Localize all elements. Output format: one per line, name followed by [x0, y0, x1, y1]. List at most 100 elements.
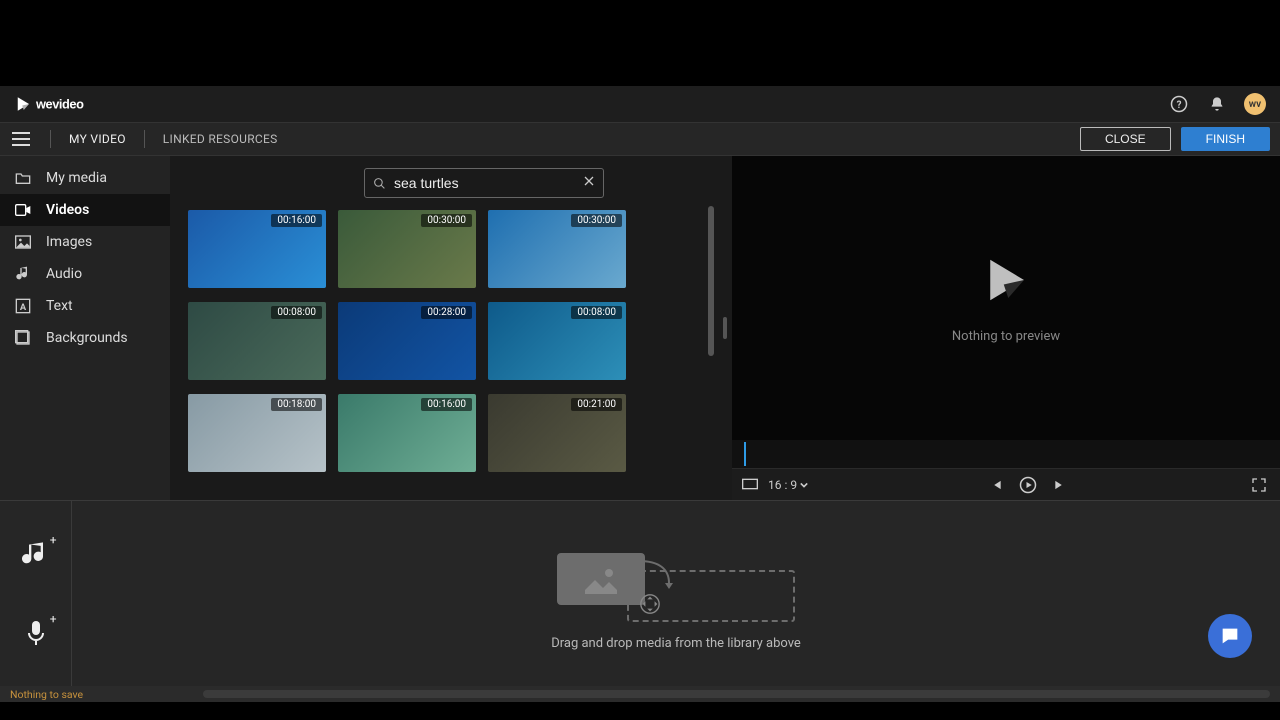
- sidebar-item-audio[interactable]: Audio: [0, 258, 170, 290]
- sidebar-item-label: Text: [46, 298, 73, 314]
- divider: [144, 130, 145, 148]
- search-icon: [373, 176, 386, 191]
- pane-resizer[interactable]: [718, 156, 732, 500]
- wevideo-wordmark-icon: wevideo: [36, 95, 130, 113]
- project-toolbar: MY VIDEO LINKED RESOURCES CLOSE FINISH: [0, 122, 1280, 156]
- move-icon: [639, 593, 661, 619]
- image-icon: [581, 564, 621, 594]
- finish-button[interactable]: FINISH: [1181, 127, 1270, 151]
- play-triangle-icon: [14, 95, 32, 113]
- skip-previous-icon: [989, 478, 1003, 492]
- clip-duration: 00:16:00: [421, 398, 472, 411]
- skip-next-icon: [1053, 478, 1067, 492]
- clip-duration: 00:21:00: [571, 398, 622, 411]
- brand-bar: wevideo ? wv: [0, 86, 1280, 122]
- sidebar-item-my-media[interactable]: My media: [0, 162, 170, 194]
- sidebar-item-label: Images: [46, 234, 92, 250]
- grip-icon: [723, 317, 727, 339]
- sidebar-item-images[interactable]: Images: [0, 226, 170, 258]
- add-voiceover-button[interactable]: +: [19, 616, 53, 650]
- sidebar-item-label: Backgrounds: [46, 330, 128, 346]
- chevron-down-icon: [800, 482, 808, 488]
- help-button[interactable]: ?: [1168, 93, 1190, 115]
- svg-text:A: A: [20, 302, 27, 313]
- clear-search-button[interactable]: [583, 175, 595, 191]
- timeline-drop-zone[interactable]: Drag and drop media from the library abo…: [72, 501, 1280, 686]
- play-circle-icon: [1019, 476, 1037, 494]
- backgrounds-icon: [14, 329, 32, 347]
- clip-duration: 00:28:00: [421, 306, 472, 319]
- aspect-ratio-icon: [742, 475, 758, 494]
- clip-thumbnail[interactable]: 00:30:00: [488, 210, 626, 288]
- status-bar: Nothing to save: [0, 686, 1280, 702]
- sidebar-item-label: My media: [46, 170, 107, 186]
- timeline-tray: + + Drag and drop media from the library…: [0, 500, 1280, 686]
- play-button[interactable]: [1017, 474, 1039, 496]
- clip-thumbnail[interactable]: 00:16:00: [338, 394, 476, 472]
- library-scrollbar[interactable]: [708, 206, 714, 356]
- fullscreen-button[interactable]: [1248, 474, 1270, 496]
- clip-duration: 00:18:00: [271, 398, 322, 411]
- clip-duration: 00:30:00: [421, 214, 472, 227]
- breadcrumb-linked[interactable]: LINKED RESOURCES: [163, 132, 278, 146]
- sidebar-item-backgrounds[interactable]: Backgrounds: [0, 322, 170, 354]
- menu-button[interactable]: [10, 128, 32, 150]
- chat-bubble-icon: [1219, 625, 1241, 647]
- svg-text:wevideo: wevideo: [36, 96, 84, 111]
- folder-icon: [14, 169, 32, 187]
- help-circle-icon: ?: [1170, 95, 1188, 113]
- clip-thumbnail[interactable]: 00:16:00: [188, 210, 326, 288]
- editor-main: My media Videos Images Audio A Text Back…: [0, 156, 1280, 500]
- notifications-button[interactable]: [1206, 93, 1228, 115]
- clip-grid: 00:16:00 00:30:00 00:30:00 00:08:00 00:2…: [188, 210, 700, 480]
- brand-logo[interactable]: wevideo: [14, 95, 130, 113]
- media-sidebar: My media Videos Images Audio A Text Back…: [0, 156, 170, 500]
- sidebar-item-text[interactable]: A Text: [0, 290, 170, 322]
- microphone-icon: [24, 619, 48, 647]
- music-note-icon: [14, 265, 32, 283]
- music-note-icon: [22, 540, 50, 568]
- preview-pane: Nothing to preview 16 : 9: [732, 156, 1280, 500]
- clip-thumbnail[interactable]: 00:21:00: [488, 394, 626, 472]
- clip-thumbnail[interactable]: 00:18:00: [188, 394, 326, 472]
- tray-tools: + +: [0, 501, 72, 686]
- preview-controls: 16 : 9: [732, 468, 1280, 500]
- clip-duration: 00:30:00: [571, 214, 622, 227]
- search-input[interactable]: [394, 175, 575, 191]
- save-status-text: Nothing to save: [10, 688, 83, 701]
- add-audio-track-button[interactable]: +: [19, 537, 53, 571]
- next-frame-button[interactable]: [1049, 474, 1071, 496]
- fullscreen-icon: [1251, 477, 1267, 493]
- preview-stage: Nothing to preview: [732, 156, 1280, 440]
- clip-thumbnail[interactable]: 00:30:00: [338, 210, 476, 288]
- media-library: 00:16:00 00:30:00 00:30:00 00:08:00 00:2…: [170, 156, 718, 500]
- clip-duration: 00:08:00: [571, 306, 622, 319]
- preview-scrubber[interactable]: [732, 440, 1280, 468]
- plus-icon: +: [50, 533, 57, 547]
- breadcrumb-project[interactable]: MY VIDEO: [69, 132, 126, 146]
- close-button[interactable]: CLOSE: [1080, 127, 1171, 151]
- video-icon: [14, 201, 32, 219]
- image-icon: [14, 233, 32, 251]
- drop-instruction-text: Drag and drop media from the library abo…: [551, 636, 801, 651]
- window-top-gap: [0, 0, 1280, 86]
- prev-frame-button[interactable]: [985, 474, 1007, 496]
- clip-thumbnail[interactable]: 00:08:00: [488, 302, 626, 380]
- sidebar-item-label: Audio: [46, 266, 82, 282]
- playhead[interactable]: [744, 442, 746, 466]
- aspect-ratio-selector[interactable]: 16 : 9: [768, 478, 808, 492]
- clip-thumbnail[interactable]: 00:08:00: [188, 302, 326, 380]
- plus-icon: +: [50, 612, 57, 626]
- support-chat-button[interactable]: [1208, 614, 1252, 658]
- close-icon: [583, 175, 595, 187]
- preview-empty-text: Nothing to preview: [952, 329, 1060, 344]
- clip-thumbnail[interactable]: 00:28:00: [338, 302, 476, 380]
- search-bar: [364, 168, 604, 198]
- bell-icon: [1209, 96, 1225, 112]
- user-avatar[interactable]: wv: [1244, 93, 1266, 115]
- text-frame-icon: A: [14, 297, 32, 315]
- drop-illustration: [557, 536, 795, 622]
- timeline-horizontal-scrollbar[interactable]: [203, 690, 1270, 698]
- sidebar-item-label: Videos: [46, 202, 89, 218]
- sidebar-item-videos[interactable]: Videos: [0, 194, 170, 226]
